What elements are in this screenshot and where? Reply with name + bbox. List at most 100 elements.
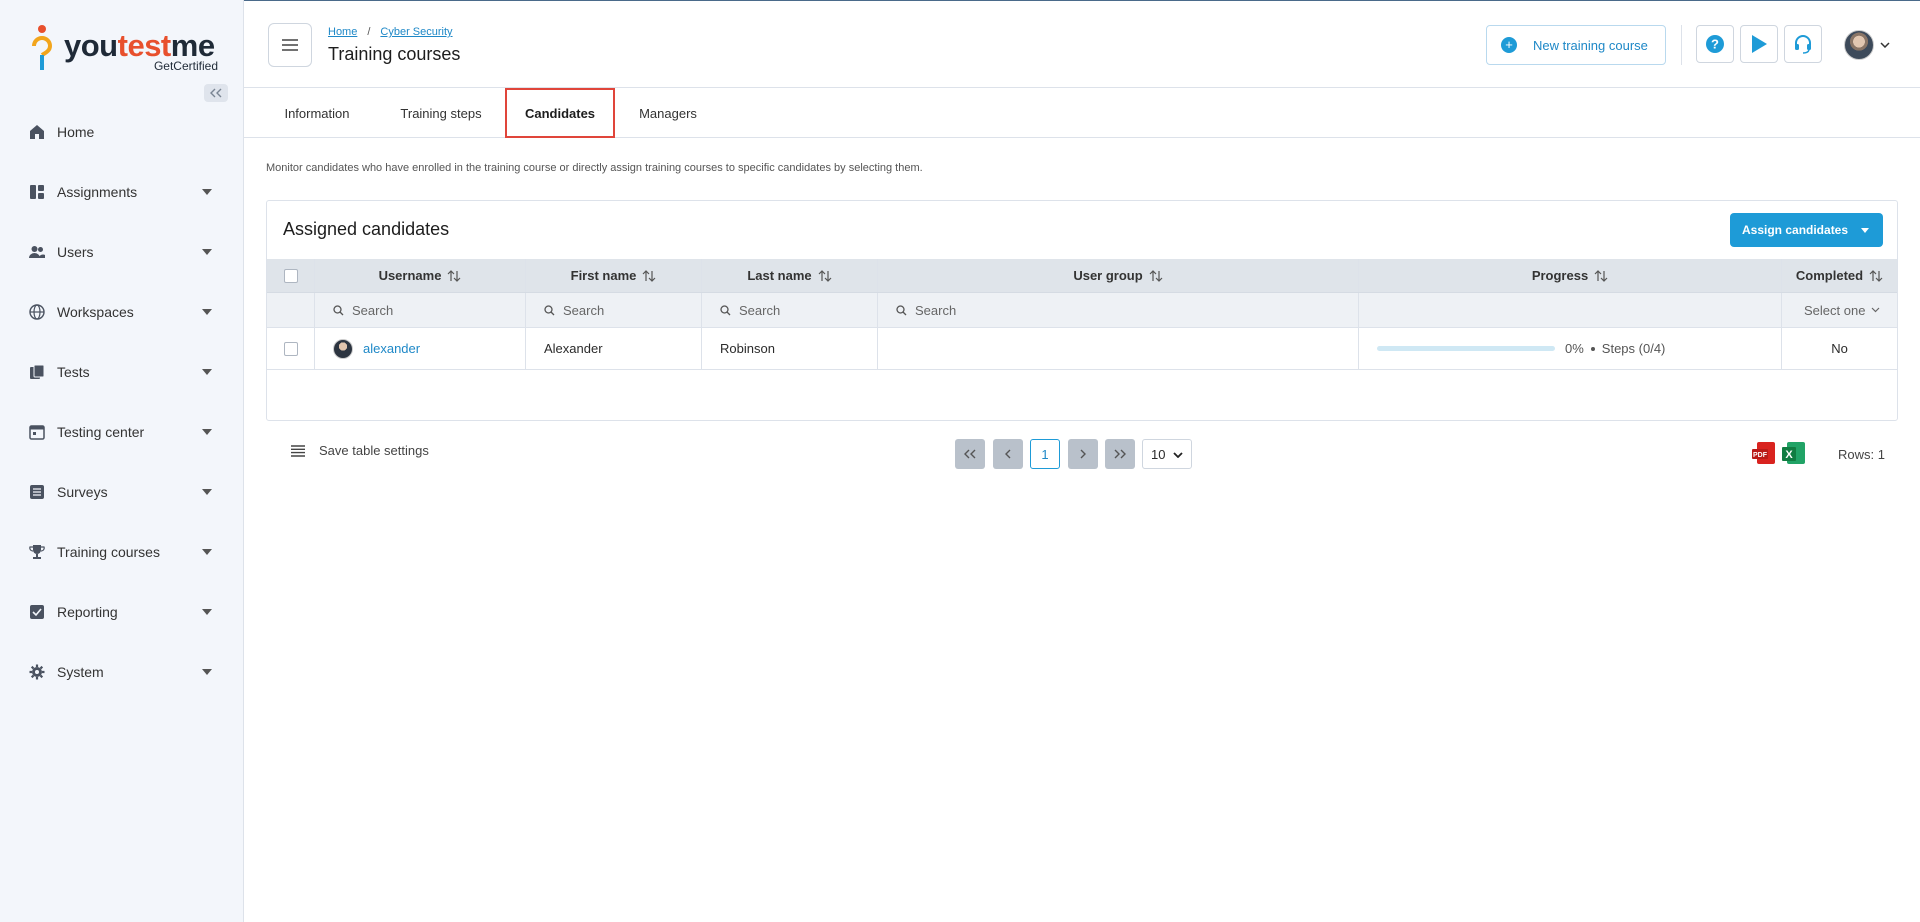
sidebar-item-system[interactable]: System — [0, 642, 244, 702]
tab-managers[interactable]: Managers — [618, 89, 718, 137]
double-chevron-left-icon — [210, 88, 222, 98]
column-header-completed[interactable]: Completed — [1782, 259, 1897, 292]
chevron-down-icon — [202, 309, 212, 315]
sidebar-item-training-courses[interactable]: Training courses — [0, 522, 244, 582]
next-page-button[interactable] — [1068, 439, 1098, 469]
user-group-search-input[interactable]: Search — [878, 293, 1359, 327]
breadcrumb: Home / Cyber Security — [328, 26, 453, 38]
sidebar-item-users[interactable]: Users — [0, 222, 244, 282]
users-icon — [28, 243, 46, 261]
column-label: Completed — [1795, 268, 1864, 283]
tab-training-steps[interactable]: Training steps — [376, 89, 506, 137]
list-icon — [291, 444, 305, 457]
collapse-sidebar-button[interactable] — [204, 84, 228, 102]
progress-cell: 0% Steps (0/4) — [1359, 328, 1782, 369]
progress-steps: Steps (0/4) — [1601, 341, 1666, 356]
last-page-button[interactable] — [1105, 439, 1135, 469]
progress-bar — [1377, 346, 1555, 351]
double-chevron-left-icon — [964, 449, 976, 459]
search-placeholder: Search — [739, 302, 781, 318]
chevron-down-icon — [202, 489, 212, 495]
sidebar-item-surveys[interactable]: Surveys — [0, 462, 244, 522]
select-placeholder: Select one — [1804, 302, 1866, 318]
page-description: Monitor candidates who have enrolled in … — [266, 162, 923, 174]
chevron-down-icon — [202, 189, 212, 195]
chevron-down-icon — [202, 369, 212, 375]
help-button[interactable]: ? — [1696, 25, 1734, 63]
page-size-select[interactable]: 10 — [1142, 439, 1192, 469]
chevron-down-icon — [202, 669, 212, 675]
video-tutorial-button[interactable] — [1740, 25, 1778, 63]
select-all-cell — [267, 259, 315, 292]
calendar-icon — [28, 423, 46, 441]
breadcrumb-parent-link[interactable]: Cyber Security — [380, 26, 452, 38]
help-icon: ? — [1706, 35, 1724, 53]
column-header-progress[interactable]: Progress — [1359, 259, 1782, 292]
avatar — [333, 338, 353, 359]
table-filter-row: Search Search Search Search Select one — [267, 292, 1897, 327]
rows-count: Rows: 1 — [1838, 447, 1885, 462]
username-link[interactable]: alexander — [363, 341, 420, 356]
sidebar-item-tests[interactable]: Tests — [0, 342, 244, 402]
chevron-down-icon — [202, 429, 212, 435]
caret-down-icon — [1861, 228, 1869, 233]
trophy-icon — [28, 543, 46, 561]
sidebar-item-label: Home — [57, 124, 95, 140]
top-header: Home / Cyber Security Training courses + N… — [244, 0, 1920, 88]
column-label: Username — [378, 268, 442, 283]
assign-candidates-button[interactable]: Assign candidates — [1730, 213, 1883, 247]
play-icon — [1752, 35, 1767, 53]
new-training-course-button[interactable]: + New training course — [1486, 25, 1666, 65]
sidebar-item-reporting[interactable]: Reporting — [0, 582, 244, 642]
user-group-cell — [878, 328, 1359, 369]
column-header-user-group[interactable]: User group — [878, 259, 1359, 292]
sort-icon — [1869, 269, 1883, 282]
logo-mark-icon — [32, 25, 53, 70]
menu-toggle-button[interactable] — [268, 23, 312, 67]
tab-information[interactable]: Information — [266, 89, 368, 137]
sidebar-item-label: Assignments — [57, 184, 138, 200]
progress-filter-empty — [1359, 293, 1782, 327]
youtestme-logo[interactable]: youtestme GetCertified — [30, 22, 220, 74]
sidebar-item-label: Workspaces — [57, 304, 134, 320]
select-all-checkbox[interactable] — [283, 268, 298, 283]
search-icon — [333, 304, 344, 316]
first-page-button[interactable] — [955, 439, 985, 469]
first-name-search-input[interactable]: Search — [526, 293, 702, 327]
pdf-export-icon[interactable]: PDF — [1751, 441, 1777, 467]
column-header-first-name[interactable]: First name — [526, 259, 702, 292]
page-number-button[interactable]: 1 — [1030, 439, 1060, 469]
tab-candidates[interactable]: Candidates — [505, 88, 615, 138]
column-header-last-name[interactable]: Last name — [702, 259, 878, 292]
sidebar-item-assignments[interactable]: Assignments — [0, 162, 244, 222]
tests-icon — [28, 363, 46, 381]
completed-select[interactable]: Select one — [1782, 293, 1897, 327]
sidebar-item-testing-center[interactable]: Testing center — [0, 402, 244, 462]
row-checkbox[interactable] — [284, 341, 298, 356]
prev-page-button[interactable] — [993, 439, 1023, 469]
chevron-left-icon — [1005, 449, 1011, 459]
headset-icon — [1795, 35, 1811, 54]
svg-text:PDF: PDF — [1753, 452, 1768, 459]
double-chevron-right-icon — [1114, 449, 1126, 459]
hamburger-icon — [282, 39, 298, 51]
sidebar-item-label: Surveys — [57, 484, 108, 500]
page-size-value: 10 — [1151, 446, 1166, 462]
sidebar-item-workspaces[interactable]: Workspaces — [0, 282, 244, 342]
last-name-search-input[interactable]: Search — [702, 293, 878, 327]
sidebar-item-label: Training courses — [57, 544, 160, 560]
breadcrumb-separator: / — [367, 26, 371, 38]
user-menu[interactable] — [1844, 28, 1894, 62]
sidebar-item-home[interactable]: Home — [0, 102, 244, 162]
search-icon — [720, 304, 731, 316]
save-table-settings-button[interactable]: Save table settings — [291, 443, 429, 458]
support-button[interactable] — [1784, 25, 1822, 63]
svg-text:X: X — [1785, 449, 1793, 461]
excel-export-icon[interactable]: X — [1781, 441, 1807, 467]
column-header-username[interactable]: Username — [315, 259, 526, 292]
sidebar-item-label: Testing center — [57, 424, 145, 440]
svg-text:?: ? — [1711, 37, 1719, 52]
username-search-input[interactable]: Search — [315, 293, 526, 327]
breadcrumb-home-link[interactable]: Home — [328, 26, 357, 38]
avatar — [1844, 30, 1874, 60]
